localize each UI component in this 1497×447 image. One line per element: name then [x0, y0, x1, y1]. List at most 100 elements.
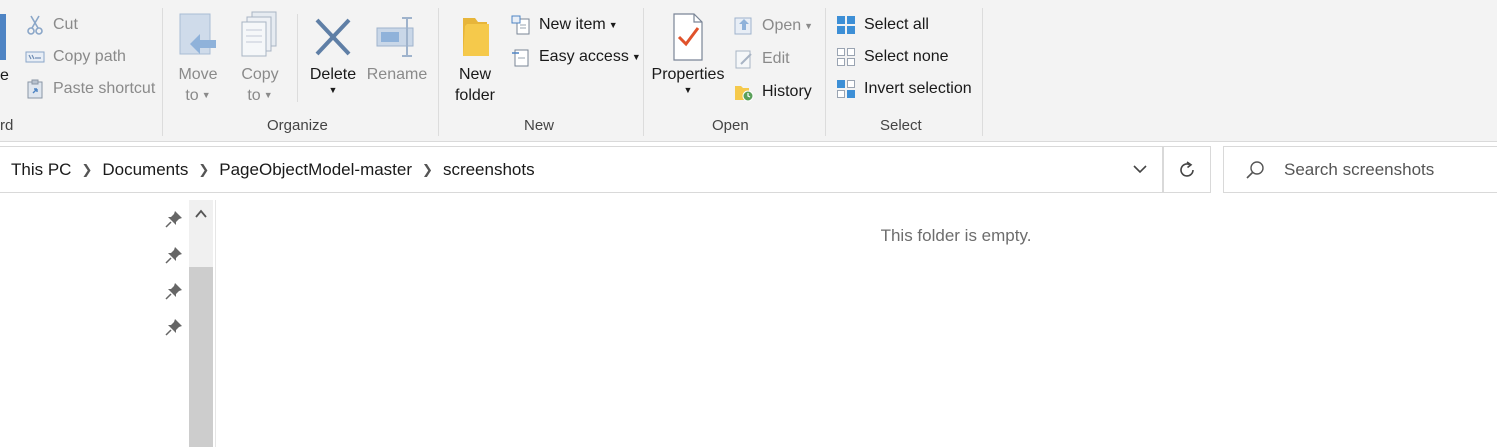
new-item-label: New item	[539, 16, 606, 33]
breadcrumb-this-pc[interactable]: This PC	[11, 160, 71, 180]
group-separator	[982, 8, 983, 136]
address-row: This PC ❯ Documents ❯ PageObjectModel-ma…	[0, 146, 1497, 193]
edit-button[interactable]: Edit	[734, 47, 790, 71]
paste-button-label-partial: e	[0, 67, 9, 84]
move-to-button[interactable]: Move to ▼	[170, 10, 226, 106]
open-group-label: Open	[712, 117, 749, 134]
invert-selection-label: Invert selection	[864, 80, 972, 97]
address-bar[interactable]: This PC ❯ Documents ❯ PageObjectModel-ma…	[0, 146, 1163, 193]
edit-icon	[734, 49, 754, 69]
easy-access-button[interactable]: Easy access ▼	[511, 45, 641, 69]
open-icon	[734, 16, 754, 36]
dropdown-caret-icon: ▼	[631, 52, 641, 62]
ribbon: e Cut Copy path Paste shortcut rd Move t…	[0, 0, 1497, 142]
organize-group-label: Organize	[267, 117, 328, 134]
paste-shortcut-button[interactable]: Paste shortcut	[25, 77, 155, 101]
file-explorer-window: e Cut Copy path Paste shortcut rd Move t…	[0, 0, 1497, 447]
copy-path-label: Copy path	[53, 48, 126, 65]
select-all-label: Select all	[864, 16, 929, 33]
invert-selection-button[interactable]: Invert selection	[836, 77, 972, 101]
chevron-right-icon[interactable]: ❯	[422, 162, 433, 178]
search-input[interactable]	[1284, 159, 1484, 180]
copy-to-icon	[241, 11, 277, 57]
group-separator	[438, 8, 439, 136]
copy-path-icon	[25, 47, 45, 67]
open-label: Open	[762, 17, 802, 34]
history-icon	[734, 82, 754, 102]
properties-label: Properties	[651, 66, 725, 83]
scrollbar-thumb[interactable]	[189, 267, 213, 447]
dropdown-caret-icon: ▼	[804, 21, 814, 31]
dropdown-caret-icon: ▼	[201, 90, 211, 101]
new-folder-label-line2: folder	[454, 87, 496, 104]
new-folder-label-line1: New	[458, 66, 491, 83]
navigation-pane	[0, 194, 216, 447]
breadcrumb-pageobjectmodel-master[interactable]: PageObjectModel-master	[219, 160, 412, 180]
folder-icon	[463, 18, 489, 56]
copy-path-button[interactable]: Copy path	[25, 45, 126, 69]
paste-shortcut-icon	[25, 79, 45, 99]
move-to-icon	[179, 13, 216, 55]
easy-access-label: Easy access	[539, 48, 629, 65]
invert-selection-icon	[836, 79, 856, 99]
select-none-icon	[836, 47, 856, 67]
new-folder-button[interactable]: New folder	[447, 10, 503, 106]
refresh-icon	[1180, 160, 1194, 177]
rename-label: Rename	[366, 66, 428, 83]
group-separator	[643, 8, 644, 136]
search-icon	[1244, 159, 1266, 181]
move-to-label-line2: to	[185, 87, 199, 104]
select-none-label: Select none	[864, 48, 949, 65]
new-item-button[interactable]: New item ▼	[511, 13, 618, 37]
pin-icon[interactable]	[165, 246, 183, 264]
group-separator	[825, 8, 826, 136]
new-group-label: New	[524, 117, 555, 134]
properties-button[interactable]: Properties ▼	[650, 10, 726, 95]
delete-button[interactable]: Delete ▼	[305, 10, 361, 95]
search-box[interactable]	[1223, 146, 1497, 193]
copy-to-label-line1: Copy	[241, 66, 279, 83]
refresh-button[interactable]	[1163, 146, 1211, 193]
chevron-right-icon[interactable]: ❯	[198, 162, 209, 178]
chevron-right-icon[interactable]: ❯	[81, 162, 92, 178]
breadcrumb-documents[interactable]: Documents	[102, 160, 188, 180]
empty-folder-message: This folder is empty.	[880, 226, 1032, 245]
cut-button[interactable]: Cut	[25, 13, 78, 37]
pin-icon[interactable]	[165, 210, 183, 228]
rename-icon	[376, 17, 414, 57]
copy-to-label-line2: to	[247, 87, 261, 104]
clipboard-group-label: rd	[0, 117, 14, 134]
pin-icon[interactable]	[165, 282, 183, 300]
history-label: History	[762, 83, 812, 100]
history-button[interactable]: History	[734, 80, 812, 104]
dropdown-caret-icon: ▼	[328, 85, 338, 95]
dropdown-caret-icon: ▼	[608, 20, 618, 30]
edit-label: Edit	[762, 50, 790, 67]
properties-check-icon	[673, 13, 703, 61]
dropdown-caret-icon: ▼	[263, 90, 273, 101]
delete-label: Delete	[309, 66, 357, 83]
select-none-button[interactable]: Select none	[836, 45, 949, 69]
dropdown-caret-icon: ▼	[683, 85, 693, 95]
delete-x-icon	[315, 18, 351, 56]
address-history-dropdown-icon[interactable]	[1130, 159, 1150, 179]
breadcrumb-screenshots[interactable]: screenshots	[443, 160, 535, 180]
organize-inner-separator	[297, 14, 298, 102]
easy-access-icon	[511, 47, 531, 67]
chevron-up-icon[interactable]	[189, 200, 213, 228]
cut-label: Cut	[53, 16, 78, 33]
open-button[interactable]: Open ▼	[734, 14, 813, 38]
select-group-label: Select	[880, 117, 922, 134]
new-item-icon	[511, 15, 531, 35]
nav-pane-scrollbar[interactable]	[189, 200, 213, 447]
move-to-label-line1: Move	[178, 66, 218, 83]
select-all-icon	[836, 15, 856, 35]
pin-icon[interactable]	[165, 318, 183, 336]
rename-button[interactable]: Rename	[366, 10, 428, 85]
paste-shortcut-label: Paste shortcut	[53, 80, 156, 97]
group-separator	[162, 8, 163, 136]
select-all-button[interactable]: Select all	[836, 13, 929, 37]
paste-button-partial[interactable]	[0, 14, 6, 60]
scissors-icon	[25, 15, 45, 35]
copy-to-button[interactable]: Copy to ▼	[232, 10, 288, 106]
